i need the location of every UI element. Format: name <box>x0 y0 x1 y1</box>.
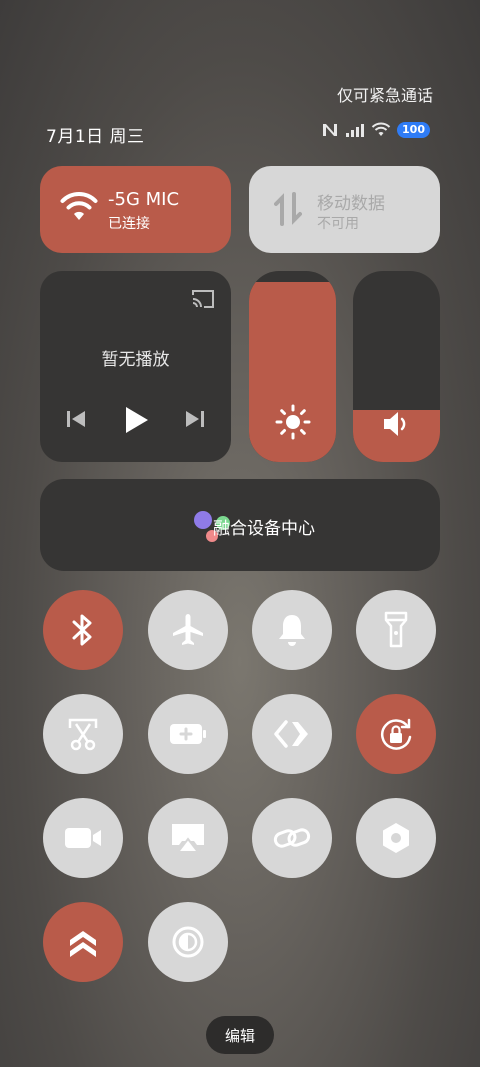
device-center-tile[interactable]: 融合设备中心 <box>40 479 440 571</box>
brightness-slider[interactable] <box>249 271 336 462</box>
mobile-data-status: 不可用 <box>317 216 359 232</box>
status-icons: 100 <box>321 122 430 138</box>
rotation-lock-icon <box>381 718 412 750</box>
ring-toggle[interactable] <box>252 590 332 670</box>
signal-icon <box>346 124 365 137</box>
mobile-data-label: 移动数据 <box>317 194 385 214</box>
wifi-status-icon <box>371 122 391 136</box>
mobile-data-tile[interactable]: 移动数据 不可用 <box>249 166 440 253</box>
screen-cast-toggle[interactable] <box>148 798 228 878</box>
media-player-tile[interactable]: 暂无播放 <box>40 271 231 462</box>
airplane-toggle[interactable] <box>148 590 228 670</box>
double-chevron-up-icon <box>70 931 96 957</box>
bluetooth-icon <box>72 614 92 646</box>
battery-badge: 100 <box>397 122 430 138</box>
play-icon[interactable] <box>122 405 150 435</box>
link-icon <box>273 828 311 848</box>
nearby-share-icon <box>274 720 308 748</box>
contrast-icon <box>172 926 204 958</box>
data-arrows-icon <box>274 192 302 226</box>
emergency-call-only-text: 仅可紧急通话 <box>336 86 433 105</box>
next-icon[interactable] <box>184 408 206 430</box>
device-center-label: 融合设备中心 <box>213 519 315 539</box>
airplay-icon <box>172 824 204 853</box>
bluetooth-toggle[interactable] <box>43 590 123 670</box>
scissors-screenshot-icon <box>68 718 98 751</box>
airplane-icon <box>173 614 203 645</box>
sun-icon <box>275 404 310 440</box>
wifi-network-name: -5G MIC <box>108 189 180 210</box>
no-media-text: 暂无播放 <box>101 350 170 370</box>
dark-mode-toggle[interactable] <box>148 902 228 982</box>
bell-icon <box>279 615 305 646</box>
battery-plus-icon <box>170 724 206 744</box>
hexagon-icon <box>383 823 409 853</box>
nearby-share-toggle[interactable] <box>252 694 332 774</box>
performance-mode-toggle[interactable] <box>43 902 123 982</box>
edit-button[interactable]: 编辑 <box>206 1016 274 1054</box>
flashlight-icon <box>384 611 408 648</box>
link-toggle[interactable] <box>252 798 332 878</box>
speaker-icon <box>383 412 405 436</box>
hex-settings-toggle[interactable] <box>356 798 436 878</box>
nfc-icon <box>323 124 338 136</box>
date-label: 7月1日 周三 <box>46 127 145 147</box>
video-camera-icon <box>65 828 101 848</box>
cast-icon[interactable] <box>190 288 216 310</box>
wifi-status-text: 已连接 <box>108 216 150 232</box>
wifi-tile[interactable]: -5G MIC 已连接 <box>40 166 231 253</box>
wifi-icon <box>60 192 98 220</box>
screen-record-toggle[interactable] <box>43 798 123 878</box>
volume-slider[interactable] <box>353 271 440 462</box>
screenshot-toggle[interactable] <box>43 694 123 774</box>
battery-saver-toggle[interactable] <box>148 694 228 774</box>
flashlight-toggle[interactable] <box>356 590 436 670</box>
rotation-lock-toggle[interactable] <box>356 694 436 774</box>
previous-icon[interactable] <box>65 408 87 430</box>
